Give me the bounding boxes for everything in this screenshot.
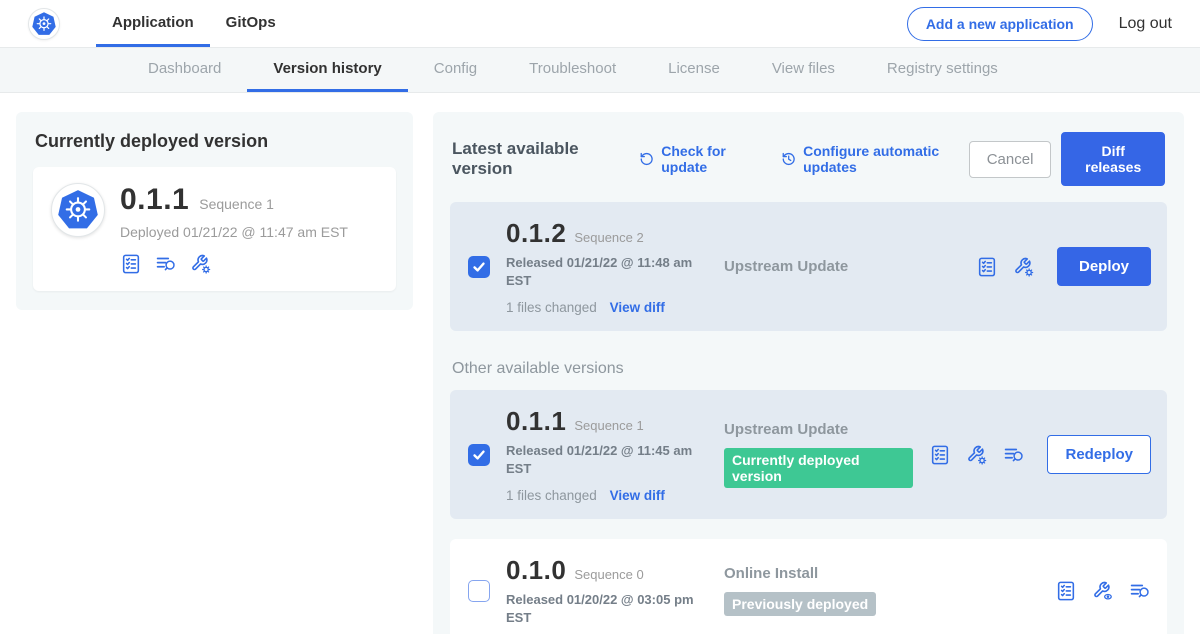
- version-row: 0.1.1 Sequence 1 Released 01/21/22 @ 11:…: [450, 390, 1167, 519]
- refresh-icon: [639, 150, 654, 168]
- check-for-update-label: Check for update: [661, 143, 758, 175]
- released-timestamp: Released 01/20/22 @ 03:05 pm EST: [506, 591, 706, 626]
- edit-config-wrench-gear-icon[interactable]: [190, 253, 212, 275]
- top-navbar: Application GitOps Add a new application…: [0, 0, 1200, 48]
- currently-deployed-panel: Currently deployed version 0.1.1 Sequenc…: [16, 112, 413, 310]
- view-diff-link[interactable]: View diff: [610, 488, 665, 503]
- released-timestamp: Released 01/21/22 @ 11:45 am EST: [506, 442, 706, 477]
- tab-application[interactable]: Application: [96, 0, 210, 47]
- other-available-versions-title: Other available versions: [452, 360, 1165, 378]
- tab-gitops-label: GitOps: [226, 14, 276, 31]
- version-number: 0.1.1: [506, 406, 566, 437]
- version-source-label: Online Install: [724, 565, 1039, 582]
- latest-available-title: Latest available version: [452, 139, 617, 179]
- release-notes-icon[interactable]: [976, 256, 998, 278]
- view-files-search-icon[interactable]: [1129, 580, 1151, 602]
- release-notes-icon[interactable]: [120, 253, 142, 275]
- version-row: 0.1.0 Sequence 0 Released 01/20/22 @ 03:…: [450, 539, 1167, 634]
- kubernetes-app-icon: [51, 183, 105, 237]
- logout-link[interactable]: Log out: [1119, 15, 1172, 33]
- version-select-checkbox[interactable]: [468, 444, 490, 466]
- sequence-label: Sequence 2: [574, 230, 643, 245]
- files-changed-label: 1 files changed: [506, 300, 597, 315]
- release-notes-icon[interactable]: [1055, 580, 1077, 602]
- configure-automatic-updates-link[interactable]: Configure automatic updates: [781, 143, 969, 175]
- currently-deployed-title: Currently deployed version: [35, 131, 396, 152]
- deployed-version-number: 0.1.1: [120, 183, 189, 217]
- version-number: 0.1.2: [506, 218, 566, 249]
- tab-view-files[interactable]: View files: [746, 48, 861, 92]
- tab-application-label: Application: [112, 14, 194, 31]
- tab-troubleshoot[interactable]: Troubleshoot: [503, 48, 642, 92]
- tab-registry-settings[interactable]: Registry settings: [861, 48, 1024, 92]
- diff-releases-button[interactable]: Diff releases: [1061, 132, 1165, 186]
- history-clock-icon: [781, 150, 796, 168]
- tab-dashboard[interactable]: Dashboard: [122, 48, 247, 92]
- sequence-label: Sequence 0: [574, 567, 643, 582]
- version-select-checkbox[interactable]: [468, 256, 490, 278]
- version-history-page: Currently deployed version 0.1.1 Sequenc…: [0, 93, 1200, 634]
- configure-updates-label: Configure automatic updates: [803, 143, 969, 175]
- version-row: 0.1.2 Sequence 2 Released 01/21/22 @ 11:…: [450, 202, 1167, 331]
- edit-config-wrench-gear-icon[interactable]: [966, 444, 988, 466]
- available-versions-panel: Latest available version Check for updat…: [433, 112, 1184, 634]
- tab-gitops[interactable]: GitOps: [210, 0, 292, 47]
- view-files-search-icon[interactable]: [1003, 444, 1025, 466]
- redeploy-button[interactable]: Redeploy: [1047, 435, 1151, 474]
- tab-version-history[interactable]: Version history: [247, 48, 407, 92]
- previously-deployed-badge: Previously deployed: [724, 592, 876, 616]
- currently-deployed-badge: Currently deployed version: [724, 448, 913, 488]
- tab-config[interactable]: Config: [408, 48, 503, 92]
- check-for-update-link[interactable]: Check for update: [639, 143, 759, 175]
- app-subnav: Dashboard Version history Config Trouble…: [0, 48, 1200, 93]
- kubernetes-logo-icon: [28, 8, 60, 40]
- sequence-label: Sequence 1: [574, 418, 643, 433]
- deploy-button[interactable]: Deploy: [1057, 247, 1151, 286]
- view-files-search-icon[interactable]: [155, 253, 177, 275]
- version-source-label: Upstream Update: [724, 421, 913, 438]
- files-changed-label: 1 files changed: [506, 488, 597, 503]
- version-number: 0.1.0: [506, 555, 566, 586]
- view-diff-link[interactable]: View diff: [610, 300, 665, 315]
- edit-config-wrench-gear-icon[interactable]: [1013, 256, 1035, 278]
- app-brand: [28, 0, 60, 47]
- cancel-button[interactable]: Cancel: [969, 141, 1052, 178]
- deployed-sequence-label: Sequence 1: [199, 196, 274, 212]
- add-new-application-button[interactable]: Add a new application: [907, 7, 1093, 41]
- version-select-checkbox[interactable]: [468, 580, 490, 602]
- released-timestamp: Released 01/21/22 @ 11:48 am EST: [506, 254, 706, 289]
- version-source-label: Upstream Update: [724, 258, 960, 275]
- deployed-timestamp: Deployed 01/21/22 @ 11:47 am EST: [120, 224, 348, 240]
- release-notes-icon[interactable]: [929, 444, 951, 466]
- view-config-wrench-eye-icon[interactable]: [1092, 580, 1114, 602]
- tab-license[interactable]: License: [642, 48, 746, 92]
- deployed-version-card: 0.1.1 Sequence 1 Deployed 01/21/22 @ 11:…: [33, 167, 396, 291]
